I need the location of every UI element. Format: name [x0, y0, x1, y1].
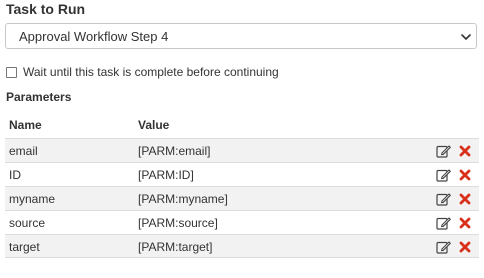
param-name: ID — [9, 168, 21, 182]
table-row: ID [PARM:ID] — [5, 162, 479, 186]
parameters-title: Parameters — [6, 90, 72, 104]
edit-icon[interactable] — [436, 216, 451, 230]
param-name: email — [9, 144, 38, 158]
table-row: myname [PARM:myname] — [5, 186, 479, 210]
table-row: target [PARM:target] — [5, 234, 479, 258]
param-name: myname — [9, 192, 56, 206]
param-value: [PARM:myname] — [138, 192, 228, 206]
parameters-table: Name Value email [PARM:email] ID [PARM:I… — [5, 113, 479, 258]
wait-checkbox[interactable] — [6, 67, 17, 78]
edit-icon[interactable] — [436, 192, 451, 206]
param-value: [PARM:target] — [138, 240, 213, 254]
wait-checkbox-label[interactable]: Wait until this task is complete before … — [23, 65, 279, 79]
task-to-run-title: Task to Run — [6, 1, 86, 17]
task-select[interactable]: Approval Workflow Step 4 — [5, 23, 477, 49]
edit-icon[interactable] — [436, 240, 451, 254]
delete-icon[interactable] — [459, 169, 471, 181]
delete-icon[interactable] — [459, 217, 471, 229]
delete-icon[interactable] — [459, 145, 471, 157]
delete-icon[interactable] — [459, 241, 471, 253]
param-name: source — [9, 216, 46, 230]
param-value: [PARM:source] — [138, 216, 218, 230]
edit-icon[interactable] — [436, 144, 451, 158]
chevron-down-icon — [461, 34, 471, 40]
delete-icon[interactable] — [459, 193, 471, 205]
table-header: Name Value — [5, 113, 479, 138]
edit-icon[interactable] — [436, 168, 451, 182]
table-row: source [PARM:source] — [5, 210, 479, 234]
column-header-value: Value — [138, 118, 170, 132]
task-select-value: Approval Workflow Step 4 — [19, 29, 169, 44]
table-row: email [PARM:email] — [5, 138, 479, 162]
table-body: email [PARM:email] ID [PARM:ID] myname [ — [5, 138, 479, 258]
column-header-name: Name — [9, 118, 42, 132]
param-value: [PARM:ID] — [138, 168, 194, 182]
param-value: [PARM:email] — [138, 144, 211, 158]
param-name: target — [9, 240, 40, 254]
